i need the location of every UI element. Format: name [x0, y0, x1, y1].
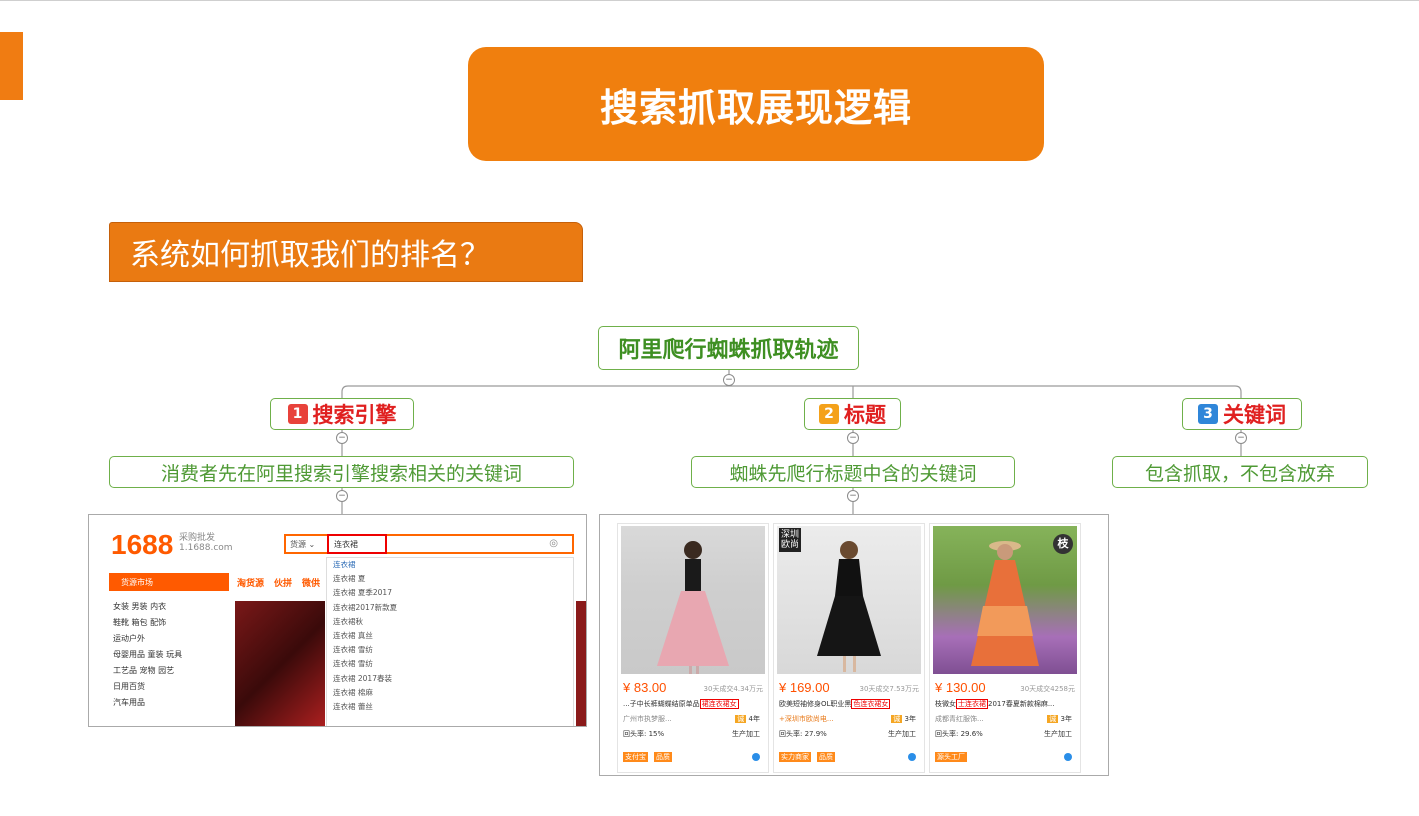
- leaf-node-consumer-search: 消费者先在阿里搜索引擎搜索相关的关键词: [109, 456, 574, 488]
- shop-badge: 深圳 欧尚: [779, 528, 802, 552]
- product-sales: 30天成交4258元: [1020, 685, 1075, 693]
- membership-years: 诚 3年: [891, 715, 916, 723]
- leaf-label: 蜘蛛先爬行标题中含的关键词: [729, 462, 977, 485]
- shop-name[interactable]: 广州市执梦服...: [623, 714, 672, 724]
- product-title[interactable]: ...子中长裤蝴蝶结原单品 裙连衣裙女: [623, 699, 739, 709]
- collapse-icon[interactable]: −: [847, 432, 859, 444]
- product-card[interactable]: 深圳 欧尚 ¥ 169.00 30天成交7.53万元 欧美短袖修身OL职业黑 色连…: [773, 523, 925, 773]
- product-card[interactable]: ¥ 83.00 30天成交4.34万元 ...子中长裤蝴蝶结原单品 裙连衣裙女 广…: [617, 523, 769, 773]
- product-title[interactable]: 枝微女 士连衣裙 2017春夏新款棉麻...: [935, 699, 1055, 709]
- camera-icon[interactable]: ◎: [549, 538, 558, 549]
- screenshot-product-results: ¥ 83.00 30天成交4.34万元 ...子中长裤蝴蝶结原单品 裙连衣裙女 广…: [599, 514, 1109, 776]
- product-sales: 30天成交7.53万元: [859, 685, 920, 693]
- number-badge: 3: [1198, 404, 1218, 424]
- category-item[interactable]: 鞋靴 箱包 配饰: [113, 615, 182, 631]
- number-badge: 1: [287, 404, 308, 424]
- service-tags: 源头工厂: [935, 752, 967, 762]
- category-item[interactable]: 日用百货: [113, 679, 182, 695]
- chat-icon[interactable]: [752, 753, 760, 761]
- banner-image: [235, 601, 325, 726]
- keyword-highlight: 色连衣裙女: [851, 699, 891, 709]
- suggestion-item[interactable]: 连衣裙秋: [333, 615, 573, 629]
- suggestion-item[interactable]: 连衣裙 蕾丝: [333, 700, 573, 714]
- root-label: 阿里爬行蜘蛛抓取轨迹: [618, 338, 839, 363]
- search-bar: 货源 ⌄ 连衣裙 ◎: [284, 534, 574, 554]
- category-list: 女装 男装 内衣 鞋靴 箱包 配饰 运动户外 母婴用品 童装 玩具 工艺品 宠物…: [113, 599, 182, 711]
- suggestion-item[interactable]: 连衣裙 真丝: [333, 629, 573, 643]
- suggestion-item[interactable]: 连衣裙 2017春装: [333, 672, 573, 686]
- category-header[interactable]: 货源市场: [109, 573, 229, 591]
- category-item[interactable]: 运动户外: [113, 631, 182, 647]
- suggestion-item[interactable]: 连衣裙 夏: [333, 572, 573, 586]
- product-card[interactable]: 枝 ¥ 130.00 30天成交4258元 枝微女 士连衣裙 2017春夏新款棉麻.…: [929, 523, 1081, 773]
- leaf-label: 消费者先在阿里搜索引擎搜索相关的关键词: [160, 462, 522, 485]
- leaf-node-include-exclude: 包含抓取，不包含放弃: [1112, 456, 1368, 488]
- leaf-label: 包含抓取，不包含放弃: [1144, 462, 1335, 485]
- search-input[interactable]: 连衣裙: [327, 534, 387, 554]
- branch-node-search-engine: 1 搜索引擎: [270, 398, 414, 430]
- product-sales: 30天成交4.34万元: [703, 685, 764, 693]
- product-title[interactable]: 欧美短袖修身OL职业黑 色连衣裙女: [779, 699, 891, 709]
- category-item[interactable]: 母婴用品 童装 玩具: [113, 647, 182, 663]
- product-photo[interactable]: 枝: [933, 526, 1077, 674]
- branch-label: 标题: [844, 403, 886, 427]
- collapse-icon[interactable]: −: [847, 490, 859, 502]
- branch-label: 关键词: [1223, 403, 1286, 427]
- membership-years: 诚 3年: [1047, 715, 1072, 723]
- product-price: ¥ 83.00: [623, 680, 667, 695]
- repeat-rate: 回头率: 15%: [623, 730, 665, 738]
- product-price: ¥ 169.00: [779, 680, 830, 695]
- suggestion-item[interactable]: 连衣裙: [333, 558, 573, 572]
- service-tags: 支付宝 品质: [623, 752, 672, 762]
- site-logo-subtitle: 采购批发 1.1688.com: [179, 533, 233, 553]
- membership-years: 诚 4年: [735, 715, 760, 723]
- branch-node-title: 2 标题: [804, 398, 901, 430]
- shop-name[interactable]: 成都青红服饰...: [935, 714, 984, 724]
- business-type: 生产加工: [1044, 730, 1072, 738]
- service-tags: 实力商家 品质: [779, 752, 835, 762]
- product-price: ¥ 130.00: [935, 680, 986, 695]
- leaf-node-spider-crawl: 蜘蛛先爬行标题中含的关键词: [691, 456, 1015, 488]
- suggestion-item[interactable]: 连衣裙 夏季2017: [333, 586, 573, 600]
- collapse-icon[interactable]: −: [1235, 432, 1247, 444]
- shop-name[interactable]: +深圳市欧尚电...: [779, 714, 834, 724]
- repeat-rate: 回头率: 29.6%: [935, 730, 983, 738]
- screenshot-1688-search: 1688 采购批发 1.1688.com 货源 ⌄ 连衣裙 ◎ 货源市场 淘货源伙…: [88, 514, 587, 727]
- branch-label: 搜索引擎: [312, 403, 397, 427]
- keyword-highlight: 裙连衣裙女: [699, 699, 739, 709]
- business-type: 生产加工: [888, 730, 916, 738]
- nav-link[interactable]: 微供: [302, 579, 320, 589]
- site-nav: 淘货源 伙拼 微供: [237, 576, 330, 589]
- category-item[interactable]: 工艺品 宠物 园艺: [113, 663, 182, 679]
- business-type: 生产加工: [732, 730, 760, 738]
- product-photo[interactable]: 深圳 欧尚: [777, 526, 921, 674]
- site-logo: 1688: [111, 529, 174, 560]
- dress-figure: [657, 541, 729, 674]
- category-item[interactable]: 汽车用品: [113, 695, 182, 711]
- keyword-highlight: 士连衣裙: [956, 699, 988, 709]
- suggestion-item[interactable]: 连衣裙2017新款夏: [333, 601, 573, 615]
- search-type-select[interactable]: 货源 ⌄: [290, 539, 315, 550]
- search-suggestion-dropdown: 连衣裙 连衣裙 夏 连衣裙 夏季2017 连衣裙2017新款夏 连衣裙秋 连衣裙…: [326, 557, 574, 726]
- shop-badge: 枝: [1053, 534, 1073, 554]
- nav-link[interactable]: 淘货源: [237, 579, 264, 589]
- collapse-icon[interactable]: −: [336, 432, 348, 444]
- category-item[interactable]: 女装 男装 内衣: [113, 599, 182, 615]
- suggestion-item[interactable]: 连衣裙 棉麻: [333, 686, 573, 700]
- suggestion-item[interactable]: 连衣裙 雪纺: [333, 643, 573, 657]
- banner-image: [576, 601, 586, 726]
- product-photo[interactable]: [621, 526, 765, 674]
- suggestion-item[interactable]: 连衣裙 雪纺: [333, 657, 573, 671]
- nav-link[interactable]: 伙拼: [274, 579, 292, 589]
- chat-icon[interactable]: [1064, 753, 1072, 761]
- branch-node-keyword: 3 关键词: [1182, 398, 1302, 430]
- mindmap-root-node: 阿里爬行蜘蛛抓取轨迹: [598, 326, 859, 370]
- number-badge: 2: [819, 404, 839, 424]
- collapse-icon[interactable]: −: [336, 490, 348, 502]
- repeat-rate: 回头率: 27.9%: [779, 730, 827, 738]
- chat-icon[interactable]: [908, 753, 916, 761]
- collapse-icon[interactable]: −: [723, 374, 735, 386]
